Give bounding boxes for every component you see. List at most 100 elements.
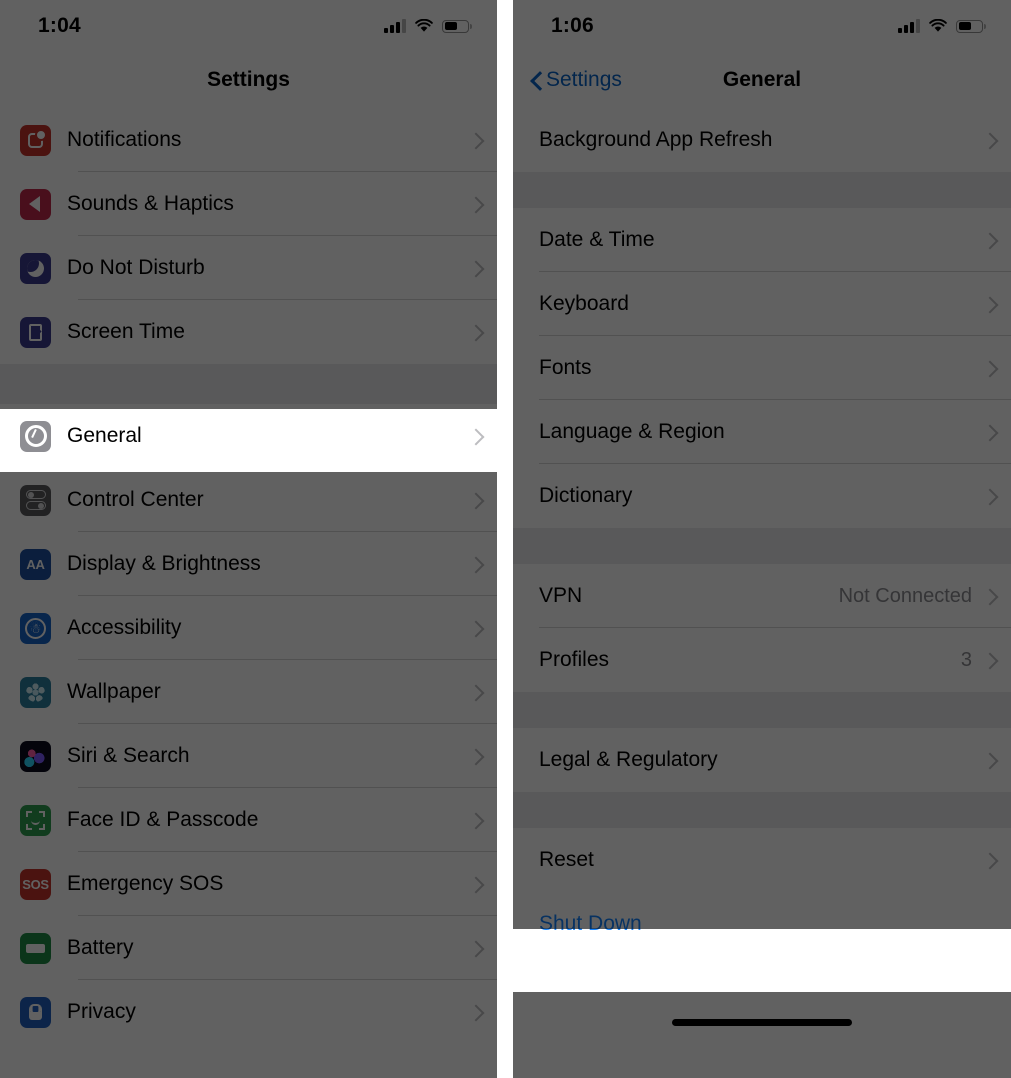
chevron-right-icon <box>470 812 479 828</box>
status-time: 1:06 <box>551 14 594 37</box>
sos-icon-text: SOS <box>22 876 49 892</box>
list-item-dictionary[interactable]: Dictionary <box>513 464 1011 528</box>
sidebar-item-battery[interactable]: Battery <box>0 916 497 980</box>
row-label: Display & Brightness <box>67 552 261 575</box>
right-phone-screen: 1:06 Settings General Background App Ref… <box>513 0 1011 1078</box>
row-label: Privacy <box>67 1000 136 1023</box>
cellular-signal-icon <box>898 19 920 33</box>
wifi-icon <box>929 18 947 33</box>
sidebar-item-general[interactable]: General <box>0 404 497 468</box>
do-not-disturb-icon <box>20 252 51 284</box>
row-label: Accessibility <box>67 616 182 639</box>
display-icon-text: AA <box>26 556 45 572</box>
list-item-background-app-refresh[interactable]: Background App Refresh <box>513 108 1011 172</box>
chevron-right-icon <box>470 620 479 636</box>
chevron-left-icon <box>531 71 542 90</box>
section-divider <box>513 172 1011 208</box>
status-icons <box>384 18 472 33</box>
chevron-right-icon <box>470 196 479 212</box>
chevron-right-icon <box>984 360 993 376</box>
sidebar-item-wallpaper[interactable]: Wallpaper <box>0 660 497 724</box>
profiles-count-value: 3 <box>960 648 972 671</box>
chevron-right-icon <box>984 424 993 440</box>
screen-gap <box>497 0 513 1078</box>
row-label: General <box>67 424 142 447</box>
page-title: Settings <box>207 68 290 91</box>
row-label: Background App Refresh <box>539 128 773 151</box>
home-area-right <box>513 956 1011 1042</box>
notifications-icon <box>20 124 51 156</box>
list-item-language-region[interactable]: Language & Region <box>513 400 1011 464</box>
control-center-icon <box>20 484 51 516</box>
list-item-profiles[interactable]: Profiles 3 <box>513 628 1011 692</box>
chevron-right-icon <box>984 852 993 868</box>
chevron-right-icon <box>984 752 993 768</box>
sidebar-item-accessibility[interactable]: ☃ Accessibility <box>0 596 497 660</box>
sidebar-item-display-brightness[interactable]: AA Display & Brightness <box>0 532 497 596</box>
row-label: Emergency SOS <box>67 872 224 895</box>
sidebar-item-siri-search[interactable]: Siri & Search <box>0 724 497 788</box>
row-label: Legal & Regulatory <box>539 748 718 771</box>
dual-screenshot-container: 1:04 Settings Notifications Sounds & Hap… <box>0 0 1011 1078</box>
section-divider <box>0 364 497 404</box>
face-id-icon <box>20 804 51 836</box>
list-item-reset[interactable]: Reset <box>513 828 1011 892</box>
sidebar-item-control-center[interactable]: Control Center <box>0 468 497 532</box>
sidebar-item-sounds-haptics[interactable]: Sounds & Haptics <box>0 172 497 236</box>
sidebar-item-notifications[interactable]: Notifications <box>0 108 497 172</box>
home-indicator[interactable] <box>672 1019 852 1026</box>
row-label: Battery <box>67 936 134 959</box>
sidebar-item-do-not-disturb[interactable]: Do Not Disturb <box>0 236 497 300</box>
sidebar-item-privacy[interactable]: Privacy <box>0 980 497 1044</box>
row-label: Sounds & Haptics <box>67 192 234 215</box>
chevron-right-icon <box>984 588 993 604</box>
list-item-fonts[interactable]: Fonts <box>513 336 1011 400</box>
cellular-signal-icon <box>384 19 406 33</box>
list-item-date-time[interactable]: Date & Time <box>513 208 1011 272</box>
battery-icon <box>442 19 472 33</box>
gear-icon <box>20 420 51 452</box>
chevron-right-icon <box>470 132 479 148</box>
row-label: Shut Down <box>539 912 642 935</box>
list-item-vpn[interactable]: VPN Not Connected <box>513 564 1011 628</box>
row-label: Do Not Disturb <box>67 256 205 279</box>
accessibility-icon: ☃ <box>20 612 51 644</box>
list-item-legal-regulatory[interactable]: Legal & Regulatory <box>513 728 1011 792</box>
status-bar-left: 1:04 <box>0 0 497 52</box>
sidebar-item-emergency-sos[interactable]: SOS Emergency SOS <box>0 852 497 916</box>
row-label: Dictionary <box>539 484 633 507</box>
row-label: Control Center <box>67 488 204 511</box>
section-divider <box>513 528 1011 564</box>
chevron-right-icon <box>470 876 479 892</box>
emergency-sos-icon: SOS <box>20 868 51 900</box>
chevron-right-icon <box>470 260 479 276</box>
chevron-right-icon <box>984 652 993 668</box>
chevron-right-icon <box>470 324 479 340</box>
settings-list: Notifications Sounds & Haptics Do Not Di… <box>0 108 497 1078</box>
chevron-right-icon <box>470 428 479 444</box>
row-label: Reset <box>539 848 594 871</box>
chevron-right-icon <box>984 132 993 148</box>
chevron-right-icon <box>470 684 479 700</box>
row-label: Profiles <box>539 648 610 671</box>
section-divider <box>513 692 1011 728</box>
chevron-right-icon <box>984 232 993 248</box>
home-area-left <box>0 1044 497 1078</box>
chevron-right-icon <box>984 488 993 504</box>
nav-bar-right: Settings General <box>513 52 1011 108</box>
nav-bar-left: Settings <box>0 52 497 108</box>
row-label: Keyboard <box>539 292 629 315</box>
battery-settings-icon <box>20 932 51 964</box>
wifi-icon <box>415 18 433 33</box>
row-label: Notifications <box>67 128 182 151</box>
siri-search-icon <box>20 740 51 772</box>
list-item-keyboard[interactable]: Keyboard <box>513 272 1011 336</box>
vpn-status-value: Not Connected <box>838 584 972 607</box>
status-icons <box>898 18 986 33</box>
sidebar-item-face-id-passcode[interactable]: Face ID & Passcode <box>0 788 497 852</box>
status-bar-right: 1:06 <box>513 0 1011 52</box>
list-item-shut-down[interactable]: Shut Down <box>513 892 1011 956</box>
back-button[interactable]: Settings <box>513 68 622 92</box>
display-brightness-icon: AA <box>20 548 51 580</box>
sidebar-item-screen-time[interactable]: Screen Time <box>0 300 497 364</box>
